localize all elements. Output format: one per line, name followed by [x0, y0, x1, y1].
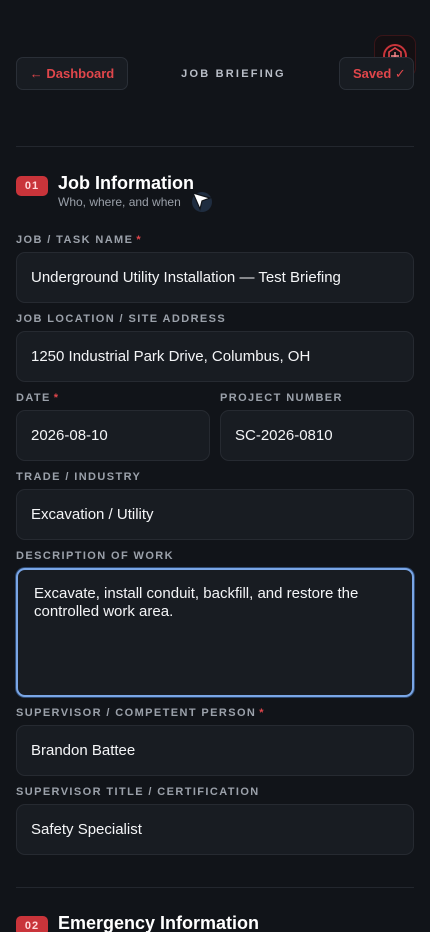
supervisor-value: Brandon Battee: [31, 742, 136, 759]
supervisor-label: SUPERVISOR / COMPETENT PERSON *: [16, 707, 265, 719]
description-textarea[interactable]: Excavate, install conduit, backfill, and…: [16, 568, 414, 697]
section-title: Emergency Information: [58, 913, 260, 932]
job-name-label: JOB / TASK NAME *: [16, 234, 143, 246]
project-number-value: SC-2026-0810: [235, 427, 333, 444]
project-number-label: PROJECT NUMBER: [220, 392, 343, 404]
date-input[interactable]: 2026-08-10: [16, 410, 210, 461]
supervisor-title-label: SUPERVISOR TITLE / CERTIFICATION: [16, 786, 260, 798]
back-to-dashboard-button[interactable]: ← Dashboard: [16, 57, 128, 90]
location-value: 1250 Industrial Park Drive, Columbus, OH: [31, 348, 311, 365]
trade-label: TRADE / INDUSTRY: [16, 471, 142, 483]
section-emergency-information-header: 02 Emergency Information: [16, 913, 259, 932]
supervisor-title-value: Safety Specialist: [31, 821, 142, 838]
section-title: Job Information: [58, 173, 194, 193]
supervisor-input[interactable]: Brandon Battee: [16, 725, 414, 776]
date-label: DATE *: [16, 392, 60, 404]
description-value: Excavate, install conduit, backfill, and…: [34, 585, 359, 620]
step-badge: 01: [16, 176, 48, 196]
step-badge: 02: [16, 916, 48, 932]
header-divider: [16, 146, 414, 147]
location-label: JOB LOCATION / SITE ADDRESS: [16, 313, 227, 325]
top-bar: ← Dashboard JOB BRIEFING Saved ✓: [16, 57, 414, 90]
section-divider: [16, 887, 414, 888]
job-name-input[interactable]: Underground Utility Installation — Test …: [16, 252, 414, 303]
page-title: JOB BRIEFING: [181, 67, 286, 80]
saved-status-label: Saved ✓: [352, 65, 406, 81]
trade-value: Excavation / Utility: [31, 506, 154, 523]
description-label: DESCRIPTION OF WORK: [16, 550, 174, 562]
trade-input[interactable]: Excavation / Utility: [16, 489, 414, 540]
location-input[interactable]: 1250 Industrial Park Drive, Columbus, OH: [16, 331, 414, 382]
section-job-information-header: 01 Job Information Who, where, and when: [16, 173, 194, 209]
section-subtitle: Who, where, and when: [58, 195, 181, 209]
mouse-pointer-icon: [191, 192, 212, 212]
job-name-value: Underground Utility Installation — Test …: [31, 269, 341, 286]
date-value: 2026-08-10: [31, 427, 108, 444]
job-briefing-page: ← Dashboard JOB BRIEFING Saved ✓ 01 Job …: [0, 0, 430, 932]
supervisor-title-input[interactable]: Safety Specialist: [16, 804, 414, 855]
project-number-input[interactable]: SC-2026-0810: [220, 410, 414, 461]
back-button-label: ← Dashboard: [29, 66, 115, 81]
saved-status-button[interactable]: Saved ✓: [338, 57, 414, 90]
